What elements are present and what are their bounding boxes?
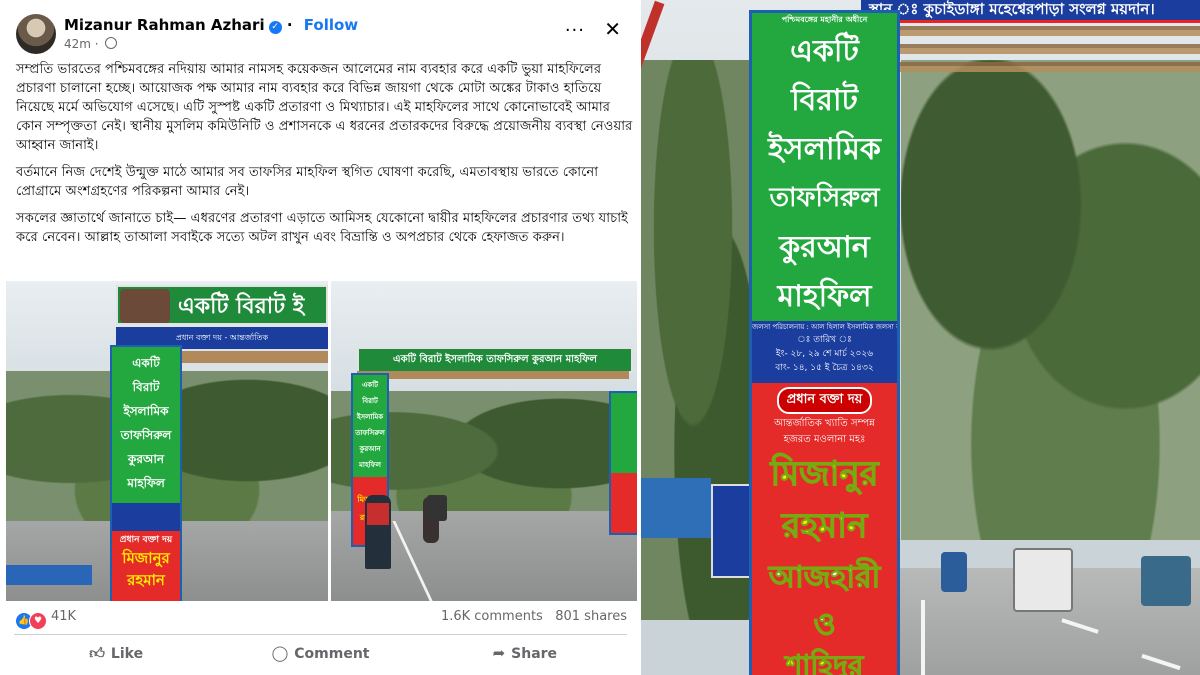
- more-options-icon[interactable]: ···: [565, 20, 585, 41]
- auto-rickshaw: [941, 552, 967, 592]
- author-line: Mizanur Rahman Azhari ✓ · Follow: [64, 16, 359, 34]
- globe-icon: [105, 37, 118, 49]
- large-vertical-banner: পশ্চিমবঙ্গের মহানীর অধীনে একটি বিরাট ইসল…: [749, 10, 900, 675]
- post-photos: একটি বিরাট ই প্রধান বক্তা দয় - আন্তর্জা…: [6, 281, 637, 601]
- share-button[interactable]: ➦ Share: [423, 636, 627, 672]
- divider: [14, 634, 627, 635]
- facebook-post: Mizanur Rahman Azhari ✓ · Follow 42m · ··…: [0, 0, 641, 675]
- thumbs-up-icon: 👍︎: [89, 644, 105, 662]
- author-name[interactable]: Mizanur Rahman Azhari: [64, 16, 265, 34]
- shares-count[interactable]: 801 shares: [555, 609, 627, 624]
- reactions-bar: 👍 ♥ 41K 1.6K comments 801 shares: [16, 609, 627, 630]
- speaker-panel: প্রধান বক্তা দয় আন্তর্জাতিক খ্যাতি সম্প…: [752, 383, 897, 675]
- photo2-top-banner: একটি বিরাট ইসলামিক তাফসিরুল কুরআন মাহফিল: [357, 347, 633, 373]
- mosque-image-icon: [120, 289, 170, 323]
- date-panel: জলসা পরিচালনায় : আল হিলাল ইসলামিক জলসা …: [752, 321, 897, 383]
- comments-count[interactable]: 1.6K comments: [441, 609, 543, 624]
- love-reaction-icon: ♥: [29, 612, 47, 630]
- like-button[interactable]: 👍︎ Like: [14, 636, 218, 672]
- comment-button[interactable]: ◯ Comment: [218, 636, 422, 672]
- photo1-vertical-banner: একটি বিরাট ইসলামিক তাফসিরুল কুরআন মাহফিল…: [110, 345, 182, 601]
- close-icon[interactable]: ✕: [604, 17, 621, 41]
- post-header: Mizanur Rahman Azhari ✓ · Follow 42m · ··…: [14, 12, 627, 58]
- share-icon: ➦: [492, 644, 506, 662]
- post-paragraph: সম্প্রতি ভারতের পশ্চিমবঙ্গের নদিয়ায় আম…: [16, 62, 633, 153]
- post-paragraph: সকলের জ্ঞাতার্থে জানাতে চাই— এধরণের প্রত…: [16, 211, 628, 245]
- follow-button[interactable]: Follow: [304, 16, 358, 34]
- post-photo-1[interactable]: একটি বিরাট ই প্রধান বক্তা দয় - আন্তর্জা…: [6, 281, 328, 601]
- post-photo-2[interactable]: একটি বিরাট ইসলামিক তাফসিরুল কুরআন মাহফিল…: [331, 281, 637, 601]
- post-actions: 👍︎ Like ◯ Comment ➦ Share: [14, 636, 627, 672]
- banner-photo: স্থান ঃ কুচাইডাঙ্গা মহেশ্বেরপাড়া সংলগ্ন…: [641, 0, 1200, 675]
- venue-banner: স্থান ঃ কুচাইডাঙ্গা মহেশ্বেরপাড়া সংলগ্ন…: [861, 0, 1200, 23]
- verified-badge-icon: ✓: [268, 21, 282, 34]
- reaction-count[interactable]: 41K: [51, 609, 76, 624]
- avatar[interactable]: [16, 14, 56, 54]
- car: [1013, 548, 1073, 612]
- photo2-vertical-banner-right: [609, 391, 637, 535]
- post-time[interactable]: 42m ·: [64, 37, 118, 51]
- comment-icon: ◯: [271, 644, 289, 662]
- post-paragraph: বর্তমানে নিজ দেশেই উন্মুক্ত মাঠে আমার সব…: [16, 165, 599, 199]
- post-text: সম্প্রতি ভারতের পশ্চিমবঙ্গের নদিয়ায় আম…: [16, 60, 636, 255]
